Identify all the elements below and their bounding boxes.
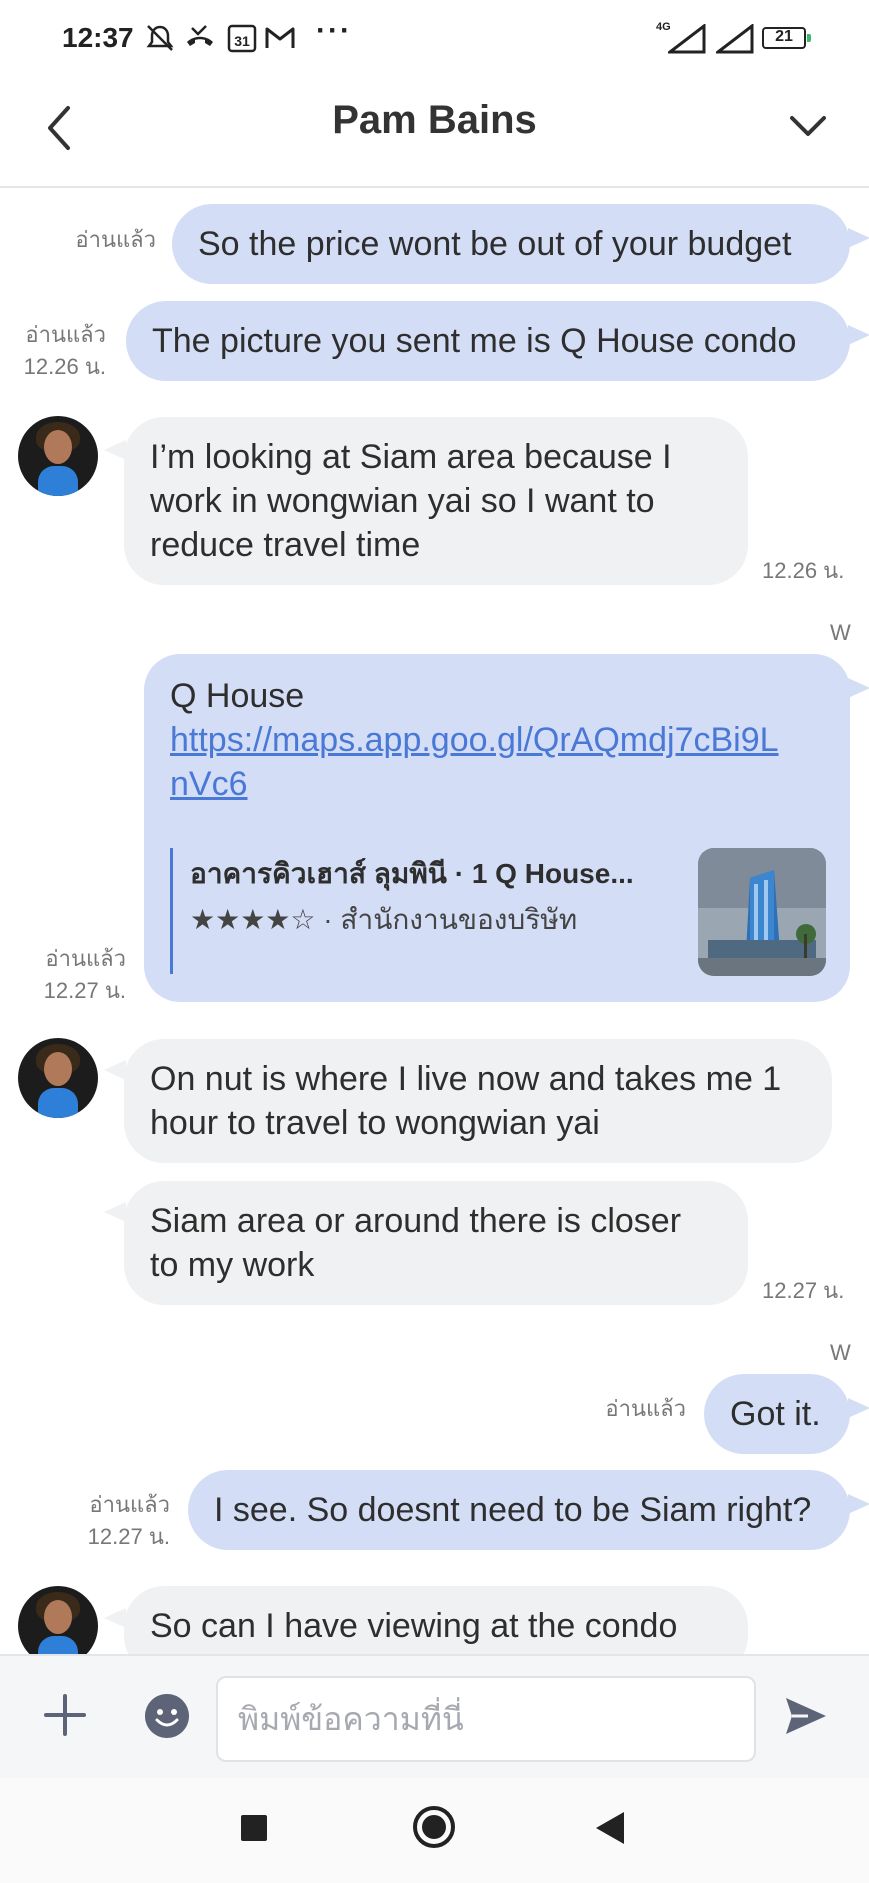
message-line: to my work [150,1246,315,1284]
rating-stars: ★★★★☆ [190,904,316,935]
status-time: 12:37 [62,22,134,53]
message-input[interactable]: พิมพ์ข้อความที่นี่ [216,1676,756,1762]
message-text: So can I have viewing at the condo [150,1607,678,1645]
signal-icon-2 [716,24,754,54]
message-line: hour to travel to wongwian yai [150,1104,600,1142]
message-line: work in wongwian yai so I want to [150,482,655,520]
contact-avatar[interactable] [18,1038,98,1118]
bell-off-icon [146,25,174,51]
send-icon[interactable] [782,1692,830,1740]
system-back-button[interactable] [596,1812,624,1844]
message-time: 12.27 น. [762,1278,845,1303]
chat-header: Pam Bains [0,76,869,188]
read-receipt: อ่านแล้ว [75,227,156,252]
more-notifications-icon: ··· [316,14,352,47]
message-text: The picture you sent me is Q House condo [152,322,797,360]
home-button[interactable] [413,1806,455,1848]
signal-icon [668,24,706,54]
preview-thumbnail-image[interactable] [698,848,826,976]
message-line: Siam area or around there is closer [150,1202,682,1240]
message-time: 12.27 น. [87,1524,170,1549]
sender-label: W [830,1340,851,1365]
read-receipt: อ่านแล้ว [45,946,126,971]
message-line: I’m looking at Siam area because I [150,438,672,476]
message-time: 12.26 น. [23,354,106,379]
chevron-down-icon[interactable] [786,104,830,148]
message-text: Got it. [730,1395,821,1433]
message-input-bar: พิมพ์ข้อความที่นี่ [0,1654,869,1780]
calendar-day: 31 [234,33,250,49]
map-link[interactable]: https://maps.app.goo.gl/QrAQmdj7cBi9L nV… [170,718,779,806]
message-time: 12.27 น. [43,978,126,1003]
message-bubble-incoming[interactable]: I’m looking at Siam area because I work … [124,417,748,585]
read-receipt: อ่านแล้ว [25,322,106,347]
link-message-bubble[interactable]: Q House https://maps.app.goo.gl/QrAQmdj7… [144,654,850,1002]
read-receipt: อ่านแล้ว [605,1396,686,1421]
message-bubble-outgoing[interactable]: The picture you sent me is Q House condo [126,301,850,381]
status-bar: 12:37 31 ··· 4G 21 [0,0,869,76]
message-line: reduce travel time [150,526,421,564]
sender-label: W [830,620,851,645]
message-time: 12.26 น. [762,558,845,583]
message-text: I see. So doesnt need to be Siam right? [214,1491,812,1529]
message-text: So the price wont be out of your budget [198,225,792,263]
message-bubble-outgoing[interactable]: I see. So doesnt need to be Siam right? [188,1470,850,1550]
message-bubble-incoming[interactable]: Siam area or around there is closer to m… [124,1181,748,1305]
message-bubble-outgoing[interactable]: Got it. [704,1374,850,1454]
gmail-icon [265,27,295,48]
plus-icon[interactable] [42,1692,88,1738]
contact-avatar[interactable] [18,416,98,496]
message-bubble-incoming[interactable]: On nut is where I live now and takes me … [124,1039,832,1163]
message-line: On nut is where I live now and takes me … [150,1060,782,1098]
recent-apps-button[interactable] [241,1815,267,1841]
message-title: Q House [170,677,305,715]
message-bubble-outgoing[interactable]: So the price wont be out of your budget [172,204,850,284]
battery-icon: 21 [762,27,811,49]
preview-title: อาคารคิวเฮาส์ ลุมพินี · 1 Q House... [190,858,634,889]
battery-level: 21 [775,28,793,45]
system-navigation-bar [0,1778,869,1883]
preview-accent-bar [170,848,173,974]
chat-title: Pam Bains [332,98,537,142]
read-receipt: อ่านแล้ว [89,1492,170,1517]
calendar-icon: 31 [227,24,257,53]
preview-subtitle: ★★★★☆ · สำนักงานของบริษัท [190,904,578,935]
emoji-icon[interactable] [145,1694,189,1738]
missed-call-icon [187,25,213,46]
